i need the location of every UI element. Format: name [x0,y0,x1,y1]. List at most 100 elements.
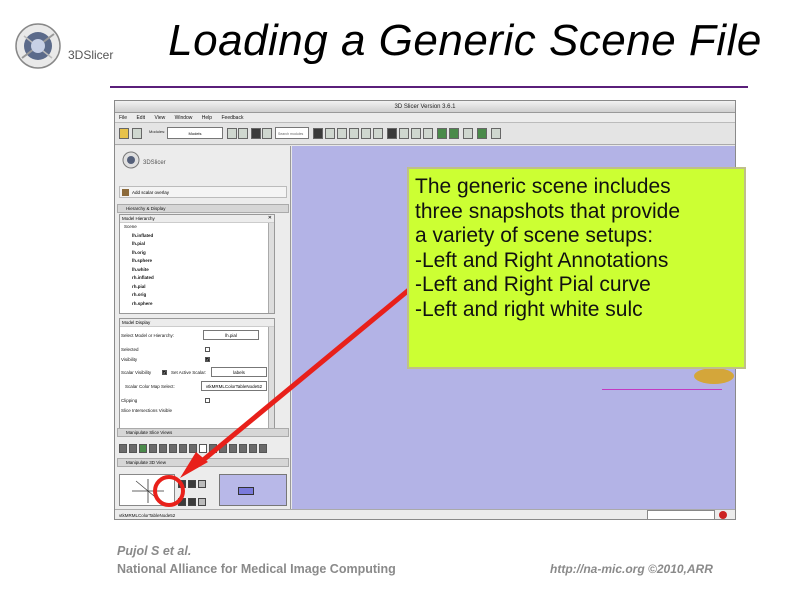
tree-item[interactable]: rh.sphere [120,300,274,309]
model-display-scrollbar[interactable] [268,327,274,429]
layout-icon-5[interactable] [361,128,371,139]
modules-label: Modules: [149,129,166,134]
forward-icon[interactable] [238,128,248,139]
add-scalar-overlay-label: Add scalar overlay [132,190,170,195]
slice-view-icon[interactable] [219,444,227,453]
slice-view-icon[interactable] [159,444,167,453]
view-control-icon[interactable] [188,480,196,488]
menu-window[interactable]: Window [175,115,193,121]
brain-model [694,368,734,384]
clipping-checkbox[interactable] [205,398,210,403]
manipulate-slice-views-header[interactable]: Manipulate Slice Views [117,428,289,437]
tree-item[interactable]: lh.pial [120,240,274,249]
tree-item[interactable]: rh.inflated [120,274,274,283]
view-icon-1[interactable] [387,128,397,139]
undo-icon[interactable] [437,128,447,139]
menu-feedback[interactable]: Feedback [221,115,243,121]
view-icon-2[interactable] [399,128,409,139]
menu-help[interactable]: Help [202,115,212,121]
slice-view-icon[interactable] [179,444,187,453]
view-icon-4[interactable] [423,128,433,139]
tree-item[interactable]: lh.sphere [120,257,274,266]
slice-view-icon[interactable] [189,444,197,453]
manipulate-3d-view-header[interactable]: Manipulate 3D View [117,458,289,467]
footer-link[interactable]: http://na-mic.org [550,562,645,576]
menu-edit[interactable]: Edit [136,115,145,121]
scalar-visibility-checkbox[interactable]: ✓ [162,370,167,375]
view-control-icon[interactable] [178,480,186,488]
snapshot-icon[interactable] [178,498,186,506]
visibility-label: Visibility [121,357,138,362]
layout-icon-4[interactable] [349,128,359,139]
module-list-icon[interactable] [251,128,261,139]
fiducial-icon[interactable] [477,128,487,139]
redo-icon[interactable] [449,128,459,139]
view-control-icon[interactable] [188,498,196,506]
3d-view-thumbnail[interactable] [219,474,287,506]
layout-icon-3[interactable] [337,128,347,139]
active-scalar-select[interactable]: labels [211,367,267,377]
tree-item[interactable]: rh.orig [120,291,274,300]
callout-line: a variety of scene setups: [415,224,654,247]
slice-view-icon[interactable] [149,444,157,453]
add-scalar-overlay-button[interactable]: Add scalar overlay [119,186,287,198]
model-display-title: Model Display [120,319,274,327]
clipping-label: Clipping [121,398,138,403]
window-titlebar: 3D Slicer Version 3.6.1 [115,101,735,113]
slice-view-icon[interactable] [259,444,267,453]
logo-text: 3DSlicer [68,48,114,62]
modules-select[interactable]: Models [167,127,223,139]
back-icon[interactable] [227,128,237,139]
layout-icon-2[interactable] [325,128,335,139]
tree-item[interactable]: lh.orig [120,249,274,258]
capture-icon[interactable] [491,128,501,139]
slice-view-icon[interactable] [229,444,237,453]
view-icon-3[interactable] [411,128,421,139]
footer-copyright: ©2010,ARR [648,562,713,576]
selected-label: Selected [121,347,139,352]
model-hierarchy-title: Model Hierarchy [120,215,274,223]
color-map-select[interactable]: vtkMRMLColorTableNode52 [201,381,267,391]
panel-logo: 3DSlicer [121,150,171,174]
slice-view-icon[interactable] [239,444,247,453]
color-map-label: Scalar Color Map Select: [125,384,175,389]
menu-view[interactable]: View [154,115,165,121]
callout-line: three snapshots that provide [415,199,681,223]
view-control-icon[interactable] [198,498,206,506]
slice-view-icon[interactable] [139,444,147,453]
status-bar: vtkMRMLColorTableNode52 [115,509,735,519]
tree-item[interactable]: lh.inflated [120,232,274,241]
callout-box: The generic scene includes three snapsho… [407,167,746,369]
pick-icon[interactable] [463,128,473,139]
module-search-input[interactable]: Search modules [275,127,309,139]
select-model-label: Select Model or Hierarchy: [121,333,175,338]
slice-view-icon[interactable] [119,444,127,453]
hierarchy-display-section-header[interactable]: Hierarchy & Display [117,204,289,213]
view-control-icon[interactable] [198,480,206,488]
close-icon[interactable]: ✕ [268,215,272,221]
orientation-axes-widget[interactable] [119,474,175,506]
scalar-visibility-label: Scalar Visibility [121,370,152,375]
layout-icon-1[interactable] [313,128,323,139]
slice-view-icon[interactable] [209,444,217,453]
slice-view-icon[interactable] [249,444,257,453]
tree-item[interactable]: rh.pial [120,283,274,292]
module-search-icon[interactable] [262,128,272,139]
save-scene-icon[interactable] [132,128,142,139]
callout-line: -Left and right white sulc [415,297,643,321]
selected-checkbox[interactable] [205,347,210,352]
select-model-input[interactable]: lh.pial [203,330,259,340]
hierarchy-scrollbar[interactable] [268,223,274,313]
load-scene-icon[interactable] [119,128,129,139]
visibility-checkbox[interactable]: ✓ [205,357,210,362]
slice-view-icon[interactable] [199,444,207,453]
menu-file[interactable]: File [119,115,127,121]
slice-views-toolbar [119,440,287,453]
slice-view-icon[interactable] [169,444,177,453]
tree-item[interactable]: lh.white [120,266,274,275]
footer-author: Pujol S et al. [117,544,192,558]
slice-view-icon[interactable] [129,444,137,453]
tree-root-scene[interactable]: Scene [120,223,274,232]
error-log-icon[interactable] [719,511,727,519]
layout-icon-6[interactable] [373,128,383,139]
